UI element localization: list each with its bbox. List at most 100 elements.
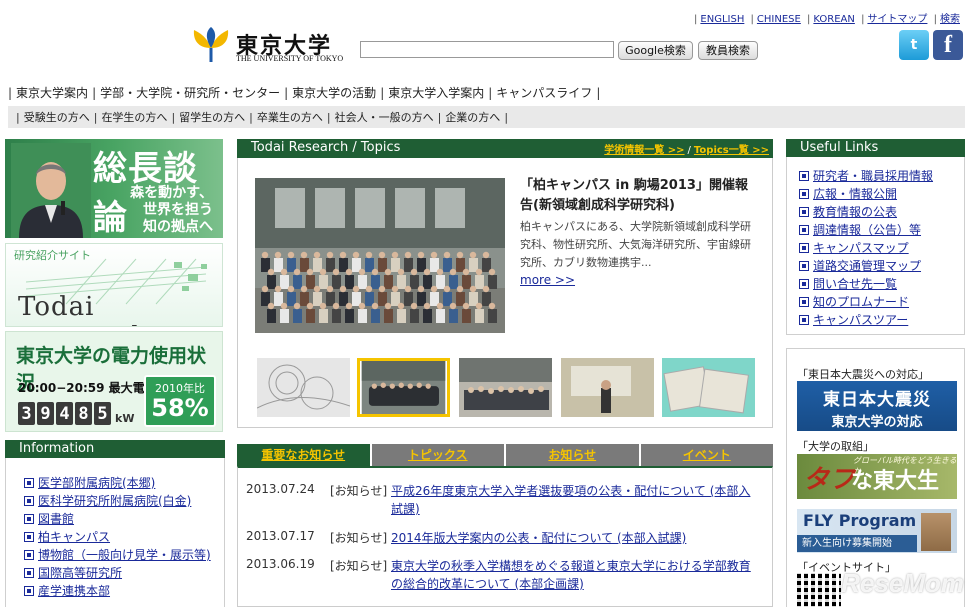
- useful-link[interactable]: 問い合せ先一覧: [813, 277, 897, 291]
- info-link[interactable]: 柏キャンパス: [38, 530, 110, 544]
- news-link[interactable]: 東京大学の秋季入学構想をめぐる報道と東京大学における学部教育の総合的改革について…: [391, 557, 761, 593]
- topic-thumbnail[interactable]: [459, 358, 552, 417]
- useful-link[interactable]: キャンパスツアー: [813, 313, 908, 327]
- facebook-icon[interactable]: f: [933, 30, 963, 60]
- useful-link[interactable]: 道路交通管理マップ: [813, 259, 921, 273]
- list-item[interactable]: 図書館: [22, 510, 211, 528]
- feature-title[interactable]: 「柏キャンパス in 駒場2013」開催報告(新領域創成科学研究科): [520, 176, 760, 216]
- nav-applicants[interactable]: 受験生の方へ: [20, 109, 94, 125]
- audience-nav: | 受験生の方へ | 在学生の方へ | 留学生の方へ | 卒業生の方へ | 社会人・一般の方へ | 企…: [8, 106, 965, 128]
- list-item[interactable]: 産学連携本部: [22, 582, 211, 600]
- list-item[interactable]: キャンパスツアー: [797, 311, 933, 329]
- news-link[interactable]: 2014年版大学案内の公表・配付について (本部入試課): [391, 529, 761, 547]
- info-link[interactable]: 産学連携本部: [38, 584, 110, 598]
- info-link[interactable]: 国際高等研究所: [38, 566, 122, 580]
- search-input[interactable]: [360, 41, 614, 58]
- clock-tower-image: [921, 513, 951, 551]
- link-chinese[interactable]: CHINESE: [757, 14, 801, 25]
- google-search-button[interactable]: Google検索: [618, 41, 693, 60]
- list-item[interactable]: 教育情報の公表: [797, 203, 933, 221]
- link-search[interactable]: 検索: [940, 14, 960, 25]
- fly-banner-subtitle: 新入生向け募集開始 3/12: [797, 535, 917, 566]
- list-item[interactable]: キャンパスマップ: [797, 239, 933, 257]
- tab-important-notices[interactable]: 重要なお知らせ: [237, 444, 370, 466]
- nav-intl-students[interactable]: 留学生の方へ: [175, 109, 249, 125]
- topics-header-links: 学術情報一覧 >> / Topics一覧 >>: [604, 145, 769, 156]
- useful-link[interactable]: 広報・情報公開: [813, 187, 897, 201]
- info-link[interactable]: 博物館（一般向け見学・展示等): [38, 548, 211, 562]
- quake-banner-line2: 東京大学の対応: [831, 415, 923, 430]
- feature-group-photo[interactable]: [255, 178, 505, 333]
- tab-label[interactable]: トピックス: [408, 448, 468, 462]
- nav-about[interactable]: 東京大学案内: [12, 84, 92, 101]
- news-link[interactable]: 平成26年度東京大学入学者選抜要項の公表・配付について (本部入試課): [391, 482, 761, 518]
- tab-topics[interactable]: トピックス: [371, 444, 504, 466]
- power-usage-banner[interactable]: 東京大学の電力使用状況 20:00−20:59 最大電力 3 9 4 8 5 k…: [5, 331, 223, 432]
- useful-link[interactable]: 研究者・職員採用情報: [813, 169, 933, 183]
- news-list: 2013.07.24 [お知らせ] 平成26年度東京大学入学者選抜要項の公表・配…: [237, 466, 773, 607]
- useful-link[interactable]: 調達情報（公告）等: [813, 223, 921, 237]
- todai-research-banner[interactable]: 研究紹介サイト Todai Research: [5, 243, 223, 327]
- list-item[interactable]: 道路交通管理マップ: [797, 257, 933, 275]
- tough-student-banner[interactable]: グローバル時代をどう生きるか タフ な東大生: [797, 454, 957, 499]
- topic-thumbnail[interactable]: [257, 358, 350, 417]
- topic-thumbnail[interactable]: [662, 358, 755, 417]
- topics-list-link[interactable]: Topics一覧 >>: [694, 145, 769, 156]
- staff-search-button[interactable]: 教員検索: [698, 41, 758, 60]
- list-item[interactable]: 研究者・職員採用情報: [797, 167, 933, 185]
- useful-link[interactable]: 知のプロムナード: [813, 295, 909, 309]
- list-item[interactable]: 博物館（一般向け見学・展示等): [22, 546, 211, 564]
- power-digit: 8: [75, 402, 92, 425]
- nav-public[interactable]: 社会人・一般の方へ: [331, 109, 438, 125]
- list-item[interactable]: 広報・情報公開: [797, 185, 933, 203]
- list-item[interactable]: 問い合せ先一覧: [797, 275, 933, 293]
- list-item[interactable]: 知のプロムナード: [797, 293, 933, 311]
- list-item[interactable]: 医科学研究所附属病院(白金): [22, 492, 211, 510]
- useful-link[interactable]: キャンパスマップ: [813, 241, 909, 255]
- qr-code-overlay: [797, 573, 841, 607]
- topic-thumbnail[interactable]: [561, 358, 654, 417]
- research-banner-label: 研究紹介サイト: [14, 249, 91, 262]
- info-link[interactable]: 図書館: [38, 512, 74, 526]
- tough-banner-title-2: な東大生: [851, 468, 940, 494]
- president-banner-subtitle: 森を動かす、 世界を担う 知の拠点へ: [130, 185, 213, 236]
- nav-companies[interactable]: 企業の方へ: [441, 109, 504, 125]
- tab-label[interactable]: イベント: [683, 448, 731, 462]
- link-sitemap[interactable]: サイトマップ: [867, 14, 927, 25]
- nav-faculties[interactable]: 学部・大学院・研究所・センター: [96, 84, 284, 101]
- useful-link[interactable]: 教育情報の公表: [813, 205, 897, 219]
- power-time-label: 20:00−20:59 最大電力: [18, 381, 157, 395]
- tab-notices[interactable]: お知らせ: [506, 444, 639, 466]
- list-item[interactable]: 柏キャンパス: [22, 528, 211, 546]
- list-item[interactable]: 国際高等研究所: [22, 564, 211, 582]
- nav-students[interactable]: 在学生の方へ: [97, 109, 171, 125]
- link-english[interactable]: ENGLISH: [700, 14, 744, 25]
- nav-activities[interactable]: 東京大学の活動: [288, 84, 380, 101]
- twitter-icon[interactable]: t: [899, 30, 929, 60]
- nav-campus-life[interactable]: キャンパスライフ: [492, 84, 596, 101]
- news-category: [お知らせ]: [330, 531, 388, 545]
- tab-events[interactable]: イベント: [640, 444, 773, 466]
- list-item[interactable]: 医学部附属病院(本郷): [22, 474, 211, 492]
- link-korean[interactable]: KOREAN: [813, 14, 854, 25]
- power-digit: 3: [18, 402, 35, 425]
- academic-info-list-link[interactable]: 学術情報一覧 >>: [604, 145, 684, 156]
- feature-more-link[interactable]: more >>: [520, 273, 575, 287]
- tab-label[interactable]: 重要なお知らせ: [261, 448, 345, 462]
- info-link[interactable]: 医学部附属病院(本郷): [38, 476, 155, 490]
- earthquake-response-banner[interactable]: 東日本大震災 東京大学の対応: [797, 381, 957, 431]
- list-item[interactable]: 調達情報（公告）等: [797, 221, 933, 239]
- facebook-glyph: f: [944, 31, 952, 58]
- info-link[interactable]: 医科学研究所附属病院(白金): [38, 494, 191, 508]
- power-digits: 3 9 4 8 5 kW: [18, 402, 134, 425]
- main-nav: | 東京大学案内 | 学部・大学院・研究所・センター | 東京大学の活動 | 東京大学入学案内…: [8, 84, 601, 101]
- information-box: 医学部附属病院(本郷) 医科学研究所附属病院(白金) 図書館 柏キャンパス 博物…: [5, 458, 225, 607]
- nav-admissions[interactable]: 東京大学入学案内: [384, 84, 488, 101]
- topic-thumbnail[interactable]: [357, 358, 450, 417]
- tab-label[interactable]: お知らせ: [548, 448, 596, 462]
- president-talk-banner[interactable]: 総長談論 森を動かす、 世界を担う 知の拠点へ: [5, 139, 223, 238]
- watermark: ReseMom: [841, 568, 964, 598]
- nav-alumni[interactable]: 卒業生の方へ: [253, 109, 327, 125]
- university-logo[interactable]: 東京大学 THE UNIVERSITY OF TOKYO: [192, 26, 352, 68]
- fly-program-banner[interactable]: FLY Program 新入生向け募集開始 3/12: [797, 509, 957, 566]
